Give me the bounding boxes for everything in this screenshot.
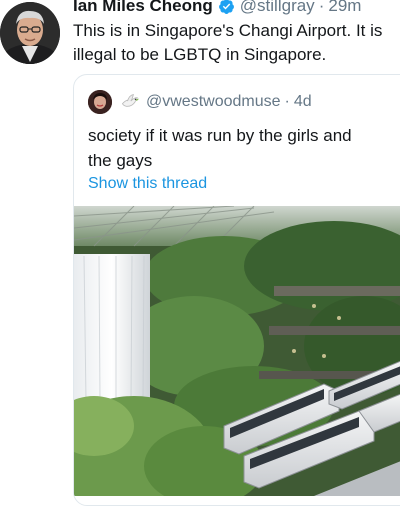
author-name[interactable]: Ian Miles Cheong bbox=[73, 0, 213, 17]
quoted-author-handle[interactable]: @vwestwoodmuse bbox=[146, 93, 281, 111]
tweet-timestamp[interactable]: 29m bbox=[328, 0, 361, 17]
quoted-author-avatar[interactable] bbox=[88, 90, 112, 114]
quoted-tweet-card[interactable]: @vwestwoodmuse · 4d society if it was ru… bbox=[73, 74, 400, 506]
show-thread-link[interactable]: Show this thread bbox=[88, 175, 207, 193]
quoted-timestamp[interactable]: 4d bbox=[294, 93, 312, 111]
dove-icon bbox=[122, 93, 140, 107]
verified-badge-icon bbox=[218, 0, 234, 14]
tweet-header: Ian Miles Cheong @stillgray · 29m bbox=[73, 0, 361, 19]
header-separator: · bbox=[318, 0, 325, 15]
quoted-tweet-photo[interactable] bbox=[74, 206, 400, 496]
tweet: Ian Miles Cheong @stillgray · 29m This i… bbox=[0, 0, 400, 506]
tweet-text-line-1: This is in Singapore's Changi Airport. I… bbox=[73, 21, 383, 40]
quoted-text-line-2: the gays bbox=[88, 151, 153, 170]
author-handle[interactable]: @stillgray bbox=[240, 0, 315, 17]
quoted-text-line-1: society if it was run by the girls and bbox=[88, 126, 352, 145]
tweet-text: This is in Singapore's Changi Airport. I… bbox=[73, 19, 400, 67]
quoted-tweet-header: @vwestwoodmuse · 4d bbox=[88, 89, 312, 115]
tweet-text-line-2: illegal to be LGBTQ in Singapore. bbox=[73, 45, 327, 64]
quoted-tweet-text: society if it was run by the girls and t… bbox=[88, 123, 400, 173]
quoted-header-separator: · bbox=[284, 93, 290, 110]
jewel-airport-photo bbox=[74, 206, 400, 496]
author-avatar[interactable] bbox=[0, 2, 60, 64]
